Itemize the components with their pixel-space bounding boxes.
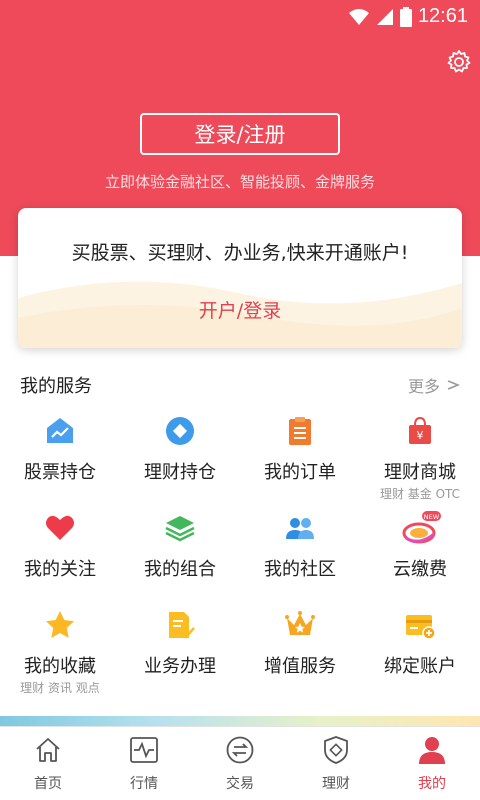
service-my-favorites[interactable]: 我的收藏 理财 资讯 观点: [0, 599, 120, 696]
battery-icon: [399, 6, 412, 27]
tab-trade[interactable]: 交易: [192, 727, 288, 800]
settings-gear-icon[interactable]: [446, 49, 472, 75]
service-my-portfolio[interactable]: 我的组合: [120, 502, 240, 599]
chevron-right-icon: [447, 380, 460, 390]
hero-subtitle: 立即体验金融社区、智能投顾、金牌服务: [104, 173, 375, 191]
service-bind-account[interactable]: 绑定账户: [360, 599, 480, 696]
shield-icon: [324, 736, 348, 764]
signal-icon: [376, 8, 393, 25]
layers-icon: [165, 516, 195, 542]
diamond-icon: [166, 417, 194, 445]
tab-home[interactable]: 首页: [0, 727, 96, 800]
shopping-bag-icon: ¥: [409, 416, 431, 444]
service-wealth-mall[interactable]: ¥ 理财商城 理财 基金 OTC: [360, 405, 480, 502]
bottom-tab-bar: 首页 行情 交易 理财 我的: [0, 726, 480, 800]
order-clipboard-icon: [289, 417, 311, 445]
document-check-icon: [169, 612, 195, 639]
stock-chart-icon: [47, 418, 73, 443]
crown-icon: [285, 611, 315, 635]
status-bar: 12:61: [0, 0, 480, 34]
service-label: 理财商城: [384, 462, 456, 483]
tab-market[interactable]: 行情: [96, 727, 192, 800]
service-label: 绑定账户: [384, 656, 456, 677]
login-register-button[interactable]: 登录/注册: [140, 113, 340, 155]
status-icons: 12:61: [348, 5, 468, 28]
service-label: 我的订单: [264, 462, 336, 483]
svg-text:¥: ¥: [417, 429, 424, 442]
service-wealth-holdings[interactable]: 理财持仓: [120, 405, 240, 502]
service-sublabel: 理财 基金 OTC: [379, 487, 461, 501]
service-label: 我的组合: [144, 559, 216, 580]
open-account-login-link[interactable]: 开户/登录: [18, 296, 462, 323]
heart-icon: [46, 515, 74, 540]
service-label: 理财持仓: [144, 462, 216, 483]
star-icon: [46, 611, 74, 638]
wifi-icon: [348, 8, 369, 25]
service-cloud-payment[interactable]: NEW 云缴费: [360, 502, 480, 599]
tab-label: 交易: [226, 776, 254, 792]
people-icon: [286, 518, 314, 539]
service-sublabel: 理财 资讯 观点: [20, 681, 100, 695]
service-business-handling[interactable]: 业务办理: [120, 599, 240, 696]
market-chart-icon: [130, 737, 158, 763]
service-label: 我的社区: [264, 559, 336, 580]
tab-label: 行情: [130, 776, 158, 792]
user-icon: [419, 737, 445, 764]
section-title: 我的服务: [20, 376, 92, 397]
service-my-community[interactable]: 我的社区: [240, 502, 360, 599]
service-stock-holdings[interactable]: 股票持仓: [0, 405, 120, 502]
cloud-pay-icon: NEW: [402, 511, 441, 544]
service-label: 股票持仓: [24, 462, 96, 483]
exchange-icon: [226, 736, 254, 764]
tab-label: 我的: [418, 776, 446, 792]
service-my-orders[interactable]: 我的订单: [240, 405, 360, 502]
service-label: 云缴费: [393, 559, 447, 580]
home-icon: [36, 738, 60, 762]
more-label: 更多: [407, 377, 440, 396]
service-label: 我的收藏: [24, 656, 96, 677]
card-title: 买股票、买理财、办业务,快来开通账户!: [71, 242, 409, 264]
card-add-icon: [406, 615, 436, 640]
service-label: 我的关注: [24, 559, 96, 580]
tab-wealth[interactable]: 理财: [288, 727, 384, 800]
service-value-added[interactable]: 增值服务: [240, 599, 360, 696]
service-label: 业务办理: [144, 656, 216, 677]
tab-label: 首页: [34, 776, 62, 792]
tab-label: 理财: [322, 776, 350, 792]
banner-strip[interactable]: [0, 716, 480, 726]
service-label: 增值服务: [264, 656, 336, 677]
tab-mine[interactable]: 我的: [384, 727, 480, 800]
status-time: 12:61: [417, 5, 468, 27]
open-account-card: 买股票、买理财、办业务,快来开通账户! 开户/登录: [18, 208, 462, 348]
new-badge: NEW: [424, 513, 440, 521]
service-my-follows[interactable]: 我的关注: [0, 502, 120, 599]
more-link[interactable]: 更多: [408, 373, 460, 397]
